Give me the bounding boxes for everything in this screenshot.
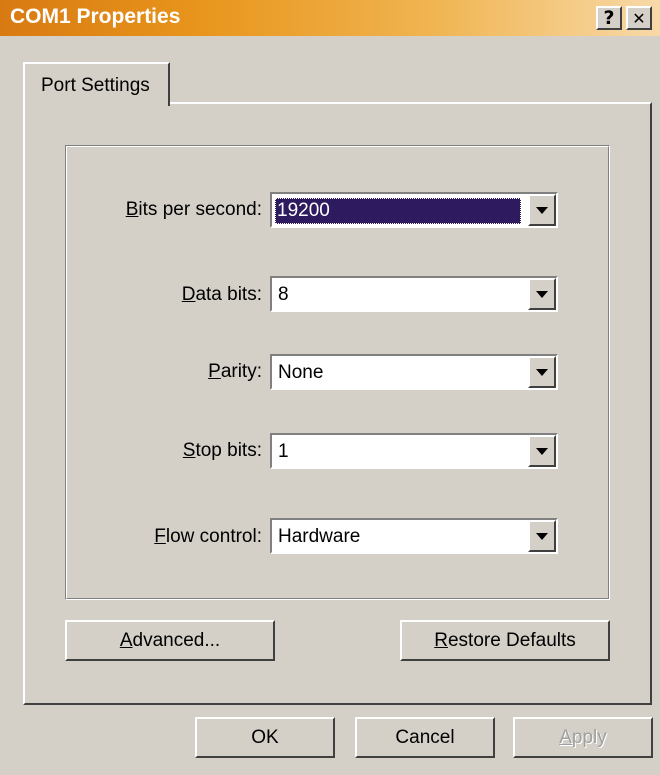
- bits-per-second-label: Bits per second:: [125, 199, 262, 220]
- data-bits-label: Data bits:: [181, 284, 262, 305]
- advanced-button[interactable]: Advanced...: [65, 620, 275, 661]
- chevron-down-icon: [536, 290, 548, 298]
- chevron-down-icon: [536, 368, 548, 376]
- help-icon: ?: [603, 7, 615, 29]
- chevron-down-icon: [536, 447, 548, 455]
- stop-bits-select[interactable]: 1: [270, 433, 558, 469]
- flow-control-dropdown-button[interactable]: [528, 520, 556, 552]
- flow-control-select[interactable]: Hardware: [270, 518, 558, 554]
- parity-dropdown-button[interactable]: [528, 356, 556, 388]
- window-title: COM1 Properties: [10, 5, 181, 28]
- flow-control-value: Hardware: [278, 526, 361, 547]
- stop-bits-value: 1: [278, 441, 289, 462]
- cancel-button[interactable]: Cancel: [355, 717, 495, 758]
- bits-per-second-select[interactable]: 19200: [270, 192, 558, 228]
- com1-properties-dialog: COM1 Properties ? ✕ Port Settings Bits p…: [0, 0, 660, 775]
- chevron-down-icon: [536, 206, 548, 214]
- bits-per-second-value: 19200: [275, 198, 521, 224]
- ok-button[interactable]: OK: [195, 717, 335, 758]
- data-bits-select[interactable]: 8: [270, 276, 558, 312]
- tab-port-settings[interactable]: Port Settings: [23, 62, 170, 106]
- restore-defaults-button[interactable]: Restore Defaults: [400, 620, 610, 661]
- bits-per-second-dropdown-button[interactable]: [528, 194, 556, 226]
- stop-bits-label: Stop bits:: [182, 440, 262, 461]
- apply-button[interactable]: Apply: [513, 717, 653, 758]
- title-bar[interactable]: COM1 Properties ? ✕: [0, 0, 660, 36]
- tab-label: Port Settings: [41, 75, 150, 96]
- parity-label: Parity:: [208, 361, 262, 382]
- data-bits-value: 8: [278, 284, 289, 305]
- parity-value: None: [278, 362, 324, 383]
- chevron-down-icon: [536, 532, 548, 540]
- stop-bits-dropdown-button[interactable]: [528, 435, 556, 467]
- close-icon: ✕: [632, 8, 646, 28]
- flow-control-label: Flow control:: [154, 526, 262, 547]
- data-bits-dropdown-button[interactable]: [528, 278, 556, 310]
- parity-select[interactable]: None: [270, 354, 558, 390]
- help-button[interactable]: ?: [596, 6, 622, 30]
- close-button[interactable]: ✕: [626, 6, 652, 30]
